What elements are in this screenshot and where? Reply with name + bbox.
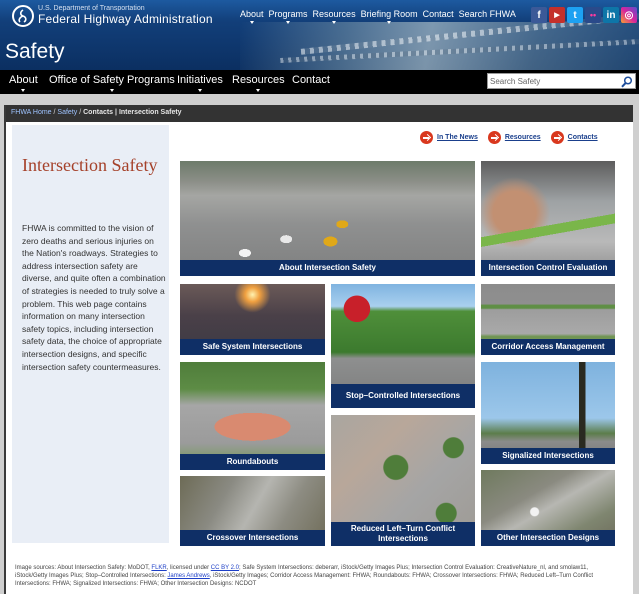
- youtube-icon[interactable]: ▶: [549, 7, 565, 23]
- instagram-icon[interactable]: ◎: [621, 7, 637, 23]
- tile-intersection-control-evaluation[interactable]: Intersection Control Evaluation: [481, 161, 615, 276]
- credit-link-flkr[interactable]: FLKR: [151, 565, 166, 571]
- caret-down-icon: [332, 21, 337, 24]
- caret-down-icon: [286, 21, 291, 24]
- top-nav-resources[interactable]: Resources: [312, 9, 356, 24]
- tile-caption: Reduced Left–Turn Conflict Intersections: [331, 522, 475, 546]
- top-nav-label: About: [240, 9, 264, 19]
- section-nav-label: Office of Safety Programs: [49, 74, 175, 86]
- tile-caption: Safe System Intersections: [180, 339, 325, 355]
- tile-caption: Roundabouts: [180, 454, 325, 470]
- credits-text: Image sources: About Intersection Safety…: [15, 565, 152, 571]
- tile-corridor-access-management[interactable]: Corridor Access Management: [481, 284, 615, 355]
- top-nav-programs[interactable]: Programs: [268, 9, 308, 24]
- quick-link-label[interactable]: In The News: [437, 134, 478, 141]
- dot-logo-icon[interactable]: [12, 5, 34, 27]
- arrow-right-circle-icon: [550, 131, 564, 144]
- top-nav-label: Briefing Room: [360, 9, 418, 19]
- top-nav-label: Search FHWA: [458, 9, 516, 19]
- section-nav-label: Resources: [232, 74, 285, 86]
- quick-links: In The News Resources Contacts: [420, 131, 598, 144]
- intro-text: FHWA is committed to the vision of zero …: [22, 223, 166, 372]
- section-nav-about[interactable]: About: [9, 74, 38, 92]
- section-title[interactable]: Safety: [5, 40, 65, 64]
- breadcrumb-current: Intersection Safety: [118, 109, 182, 116]
- tile-roundabouts[interactable]: Roundabouts: [180, 362, 325, 470]
- linkedin-icon[interactable]: in: [603, 7, 619, 23]
- section-nav-resources[interactable]: Resources: [232, 74, 285, 92]
- tile-caption: Stop–Controlled Intersections: [331, 384, 475, 408]
- credit-link-james-andrews[interactable]: James Andrews: [167, 573, 209, 579]
- breadcrumb-safety[interactable]: Safety: [57, 109, 77, 116]
- quick-link-label[interactable]: Contacts: [568, 134, 598, 141]
- credit-link-cc-by[interactable]: CC BY 2.0: [211, 565, 239, 571]
- tile-other-intersection-designs[interactable]: Other Intersection Designs: [481, 470, 615, 546]
- search-safety-input[interactable]: [490, 75, 615, 87]
- section-nav-contact[interactable]: Contact: [292, 74, 330, 86]
- page-title: Intersection Safety: [22, 155, 158, 175]
- tile-caption: Intersection Control Evaluation: [481, 260, 615, 276]
- caret-down-icon: [387, 21, 392, 24]
- breadcrumb-fhwa-home[interactable]: FHWA Home: [11, 109, 52, 116]
- tile-about-intersection-safety[interactable]: About Intersection Safety: [180, 161, 475, 276]
- quick-link-contacts[interactable]: Contacts: [550, 131, 598, 144]
- breadcrumb-contacts: Contacts: [83, 109, 114, 116]
- section-nav-label: About: [9, 74, 38, 86]
- top-nav-label: Programs: [268, 9, 308, 19]
- page: U.S. Department of Transportation Federa…: [0, 0, 639, 594]
- arrow-right-circle-icon: [487, 131, 501, 144]
- caret-down-icon: [109, 89, 114, 92]
- tile-caption: About Intersection Safety: [180, 260, 475, 276]
- agency-department: U.S. Department of Transportation: [38, 5, 145, 12]
- agency-name[interactable]: Federal Highway Administration: [38, 12, 213, 26]
- search-icon[interactable]: [620, 75, 633, 88]
- top-nav-label: Resources: [312, 9, 356, 19]
- tile-image: [481, 161, 615, 276]
- top-nav: About Programs Resources Briefing Room C…: [240, 9, 516, 24]
- caret-down-icon: [249, 21, 254, 24]
- section-nav-office-of-safety-programs[interactable]: Office of Safety Programs: [49, 74, 175, 92]
- site-header: U.S. Department of Transportation Federa…: [0, 0, 639, 70]
- header-highway-image: [240, 22, 639, 70]
- arrow-right-circle-icon: [420, 131, 433, 144]
- search-safety-box: [487, 73, 636, 89]
- tile-signalized-intersections[interactable]: Signalized Intersections: [481, 362, 615, 464]
- tile-image: [180, 161, 475, 276]
- top-nav-about[interactable]: About: [240, 9, 264, 24]
- quick-link-in-the-news[interactable]: In The News: [420, 131, 478, 144]
- tile-caption: Other Intersection Designs: [481, 530, 615, 546]
- tile-crossover-intersections[interactable]: Crossover Intersections: [180, 476, 325, 546]
- quick-link-resources[interactable]: Resources: [487, 131, 541, 144]
- flickr-icon[interactable]: ••: [585, 7, 601, 23]
- tile-caption: Crossover Intersections: [180, 530, 325, 546]
- credits-text: , licensed under: [166, 565, 211, 571]
- tile-caption: Corridor Access Management: [481, 339, 615, 355]
- quick-link-label[interactable]: Resources: [505, 134, 541, 141]
- breadcrumb-bar: FHWA Home / Safety / Contacts | Intersec…: [6, 105, 633, 122]
- section-nav-label: Initiatives: [177, 74, 223, 86]
- breadcrumb: FHWA Home / Safety / Contacts | Intersec…: [11, 109, 182, 116]
- intro-sidebar: Intersection Safety FHWA is committed to…: [12, 125, 169, 543]
- social-links: f ▶ t •• in ◎: [531, 7, 637, 23]
- facebook-icon[interactable]: f: [531, 7, 547, 23]
- top-nav-briefing-room[interactable]: Briefing Room: [360, 9, 418, 24]
- caret-down-icon: [21, 89, 26, 92]
- section-nav-initiatives[interactable]: Initiatives: [177, 74, 223, 92]
- tile-stop-controlled-intersections[interactable]: Stop–Controlled Intersections: [331, 284, 475, 408]
- content-frame: FHWA Home / Safety / Contacts | Intersec…: [4, 105, 633, 594]
- caret-down-icon: [197, 89, 202, 92]
- tile-reduced-left-turn-conflict-intersections[interactable]: Reduced Left–Turn Conflict Intersections: [331, 415, 475, 546]
- caret-down-icon: [256, 89, 261, 92]
- top-nav-label: Contact: [422, 9, 454, 19]
- twitter-icon[interactable]: t: [567, 7, 583, 23]
- top-nav-contact[interactable]: Contact: [423, 9, 454, 19]
- image-credits: Image sources: About Intersection Safety…: [15, 564, 615, 588]
- top-nav-search-fhwa[interactable]: Search FHWA: [459, 9, 516, 19]
- section-nav-label: Contact: [292, 74, 330, 86]
- tile-caption: Signalized Intersections: [481, 448, 615, 464]
- tile-safe-system-intersections[interactable]: Safe System Intersections: [180, 284, 325, 355]
